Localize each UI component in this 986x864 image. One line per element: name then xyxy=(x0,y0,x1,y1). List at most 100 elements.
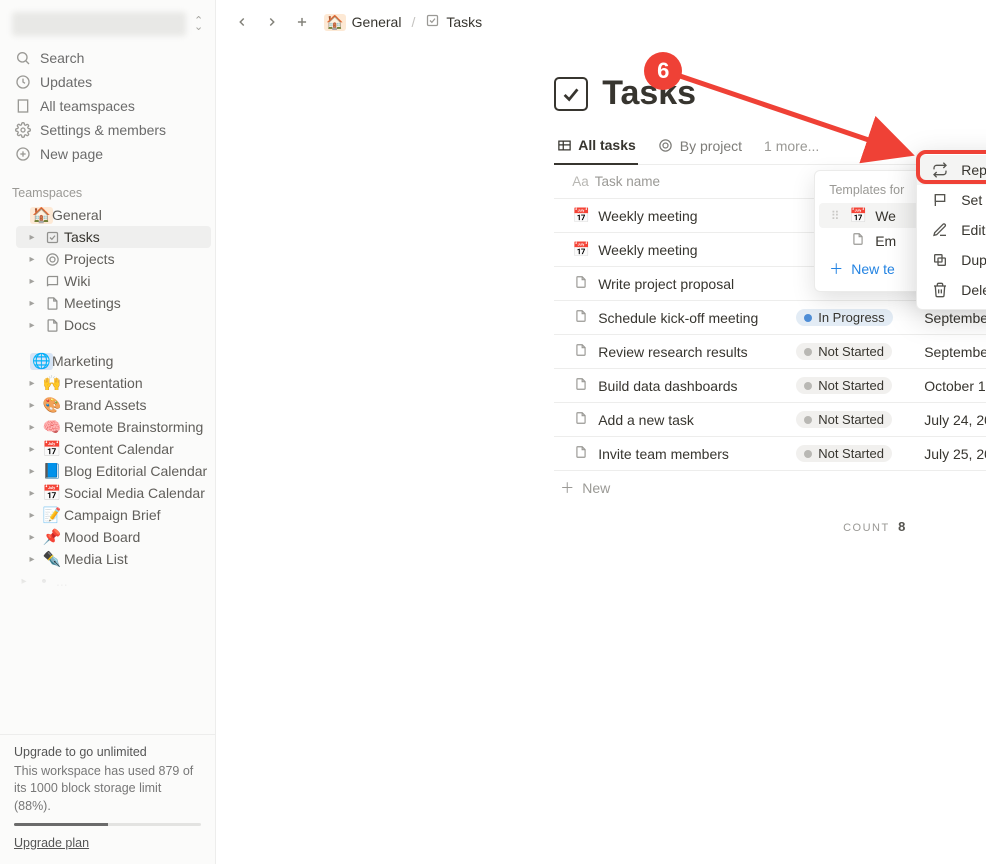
status-badge[interactable]: Not Started xyxy=(796,377,892,394)
drag-handle-icon[interactable]: ⠿ xyxy=(829,209,841,223)
duplicate-icon xyxy=(931,251,949,269)
main-content: 🏠 General / Tasks Share Tasks All tasks xyxy=(216,0,986,864)
tab-all-label: All tasks xyxy=(578,137,636,153)
tab-more[interactable]: 1 more... xyxy=(762,127,821,164)
tab-more-label: 1 more... xyxy=(764,138,819,154)
sidebar-item-meetings[interactable]: ▸ Meetings xyxy=(16,292,211,314)
teamspace-marketing[interactable]: 🌐 Marketing xyxy=(4,350,211,372)
gear-icon xyxy=(14,121,32,139)
table-icon xyxy=(556,137,572,153)
tab-by-project[interactable]: By project xyxy=(656,127,744,164)
chevron-right-icon[interactable]: ▸ xyxy=(24,550,40,568)
settings-button[interactable]: Settings & members xyxy=(4,118,211,142)
marketing-label: Marketing xyxy=(52,353,207,369)
sidebar-item-social-media-calendar[interactable]: ▸ 📅 Social Media Calendar xyxy=(16,482,211,504)
table-row[interactable]: Invite team members Not Started July 25,… xyxy=(554,437,986,471)
page-title-area: Tasks xyxy=(554,74,986,113)
sidebar-item-wiki[interactable]: ▸ Wiki xyxy=(16,270,211,292)
flag-icon xyxy=(931,191,949,209)
page-emoji-icon: 🙌 xyxy=(42,374,62,392)
search-icon xyxy=(14,49,32,67)
add-row-button[interactable]: ＋ New xyxy=(554,471,986,505)
new-template-label: New te xyxy=(851,261,895,277)
chevron-icon[interactable] xyxy=(12,352,28,370)
sidebar-item-tasks[interactable]: ▸ Tasks xyxy=(16,226,211,248)
menu-set-default-label: Set as default xyxy=(961,192,986,208)
task-name: Review research results xyxy=(598,344,747,360)
chevron-right-icon[interactable]: ▸ xyxy=(24,528,40,546)
status-badge[interactable]: Not Started xyxy=(796,343,892,360)
annotation-step-badge: 6 xyxy=(644,52,682,90)
chevron-right-icon[interactable]: ▸ xyxy=(24,396,40,414)
page-emoji-icon: 📌 xyxy=(42,528,62,546)
new-tab-button[interactable] xyxy=(290,10,314,34)
upgrade-desc: This workspace has used 879 of its 1000 … xyxy=(14,763,201,816)
tab-all-tasks[interactable]: All tasks xyxy=(554,128,638,165)
page-emoji-icon: 🧠 xyxy=(42,418,62,436)
task-name: Add a new task xyxy=(598,412,694,428)
all-teamspaces-button[interactable]: All teamspaces xyxy=(4,94,211,118)
breadcrumb: 🏠 General / Tasks xyxy=(320,11,486,33)
template-context-menu: Repeat Off Set as default Edit Duplicate… xyxy=(916,150,986,310)
updates-button[interactable]: Updates xyxy=(4,70,211,94)
status-badge[interactable]: In Progress xyxy=(796,309,892,326)
menu-duplicate[interactable]: Duplicate xyxy=(917,245,986,275)
sidebar-item-content-calendar[interactable]: ▸ 📅 Content Calendar xyxy=(16,438,211,460)
sidebar-item-remote-brainstorming[interactable]: ▸ 🧠 Remote Brainstorming xyxy=(16,416,211,438)
sidebar-item-blog-editorial-calendar[interactable]: ▸ 📘 Blog Editorial Calendar xyxy=(16,460,211,482)
table-row[interactable]: Build data dashboards Not Started Octobe… xyxy=(554,369,986,403)
sidebar-item-brand-assets[interactable]: ▸ 🎨 Brand Assets xyxy=(16,394,211,416)
page-icon xyxy=(572,309,590,326)
due-date: July 24, 2023 xyxy=(924,412,986,428)
sidebar-item-campaign-brief[interactable]: ▸ 📝 Campaign Brief xyxy=(16,504,211,526)
column-task-name[interactable]: Aa Task name xyxy=(554,174,796,189)
forward-button[interactable] xyxy=(260,10,284,34)
new-page-button[interactable]: New page xyxy=(4,142,211,166)
chevron-right-icon[interactable]: ▸ xyxy=(24,506,40,524)
chevron-right-icon[interactable]: ▸ xyxy=(24,462,40,480)
workspace-switcher[interactable]: ⌃⌄ xyxy=(0,0,215,44)
chevron-right-icon[interactable]: ▸ xyxy=(24,316,40,334)
globe-icon: 🌐 xyxy=(30,352,50,370)
breadcrumb-general[interactable]: 🏠 General xyxy=(320,12,405,33)
expand-icon[interactable]: ⌃⌄ xyxy=(194,18,203,30)
chevron-right-icon[interactable]: ▸ xyxy=(24,250,40,268)
chevron-right-icon[interactable]: ▸ xyxy=(24,228,40,246)
table-row[interactable]: Review research results Not Started Sept… xyxy=(554,335,986,369)
row-count: COUNT 8 xyxy=(554,505,986,548)
calendar-icon: 📅 xyxy=(572,241,590,258)
sidebar-item-projects[interactable]: ▸ Projects xyxy=(16,248,211,270)
search-button[interactable]: Search xyxy=(4,46,211,70)
chevron-right-icon[interactable]: ▸ xyxy=(24,294,40,312)
calendar-icon: 📅 xyxy=(849,207,867,224)
sidebar-item-presentation[interactable]: ▸ 🙌 Presentation xyxy=(16,372,211,394)
menu-set-default[interactable]: Set as default xyxy=(917,185,986,215)
chevron-right-icon[interactable]: ▸ xyxy=(24,484,40,502)
table-row[interactable]: Add a new task Not Started July 24, 2023… xyxy=(554,403,986,437)
chevron-right-icon[interactable]: ▸ xyxy=(24,374,40,392)
status-badge[interactable]: Not Started xyxy=(796,411,892,428)
task-name: Weekly meeting xyxy=(598,242,697,258)
chevron-icon[interactable] xyxy=(12,206,28,224)
breadcrumb-tasks[interactable]: Tasks xyxy=(421,11,486,33)
general-label: General xyxy=(52,207,207,223)
page-icon xyxy=(42,317,62,334)
back-button[interactable] xyxy=(230,10,254,34)
menu-repeat[interactable]: Repeat Off xyxy=(917,155,986,185)
sidebar-item-docs[interactable]: ▸ Docs xyxy=(16,314,211,336)
chevron-right-icon[interactable]: ▸ xyxy=(24,440,40,458)
upgrade-plan-link[interactable]: Upgrade plan xyxy=(14,836,89,850)
trash-icon xyxy=(931,281,949,299)
chevron-right-icon[interactable]: ▸ xyxy=(24,418,40,436)
sidebar-item-mood-board[interactable]: ▸ 📌 Mood Board xyxy=(16,526,211,548)
status-badge[interactable]: Not Started xyxy=(796,445,892,462)
crumb-tasks-label: Tasks xyxy=(446,14,482,30)
teamspace-general[interactable]: 🏠 General xyxy=(4,204,211,226)
page-icon xyxy=(572,445,590,462)
menu-delete[interactable]: Delete xyxy=(917,275,986,305)
chevron-right-icon[interactable]: ▸ xyxy=(24,272,40,290)
calendar-icon: 📅 xyxy=(572,207,590,224)
page-icon-checkbox[interactable] xyxy=(554,77,588,111)
menu-edit[interactable]: Edit xyxy=(917,215,986,245)
sidebar-item-media-list[interactable]: ▸ ✒️ Media List xyxy=(16,548,211,570)
